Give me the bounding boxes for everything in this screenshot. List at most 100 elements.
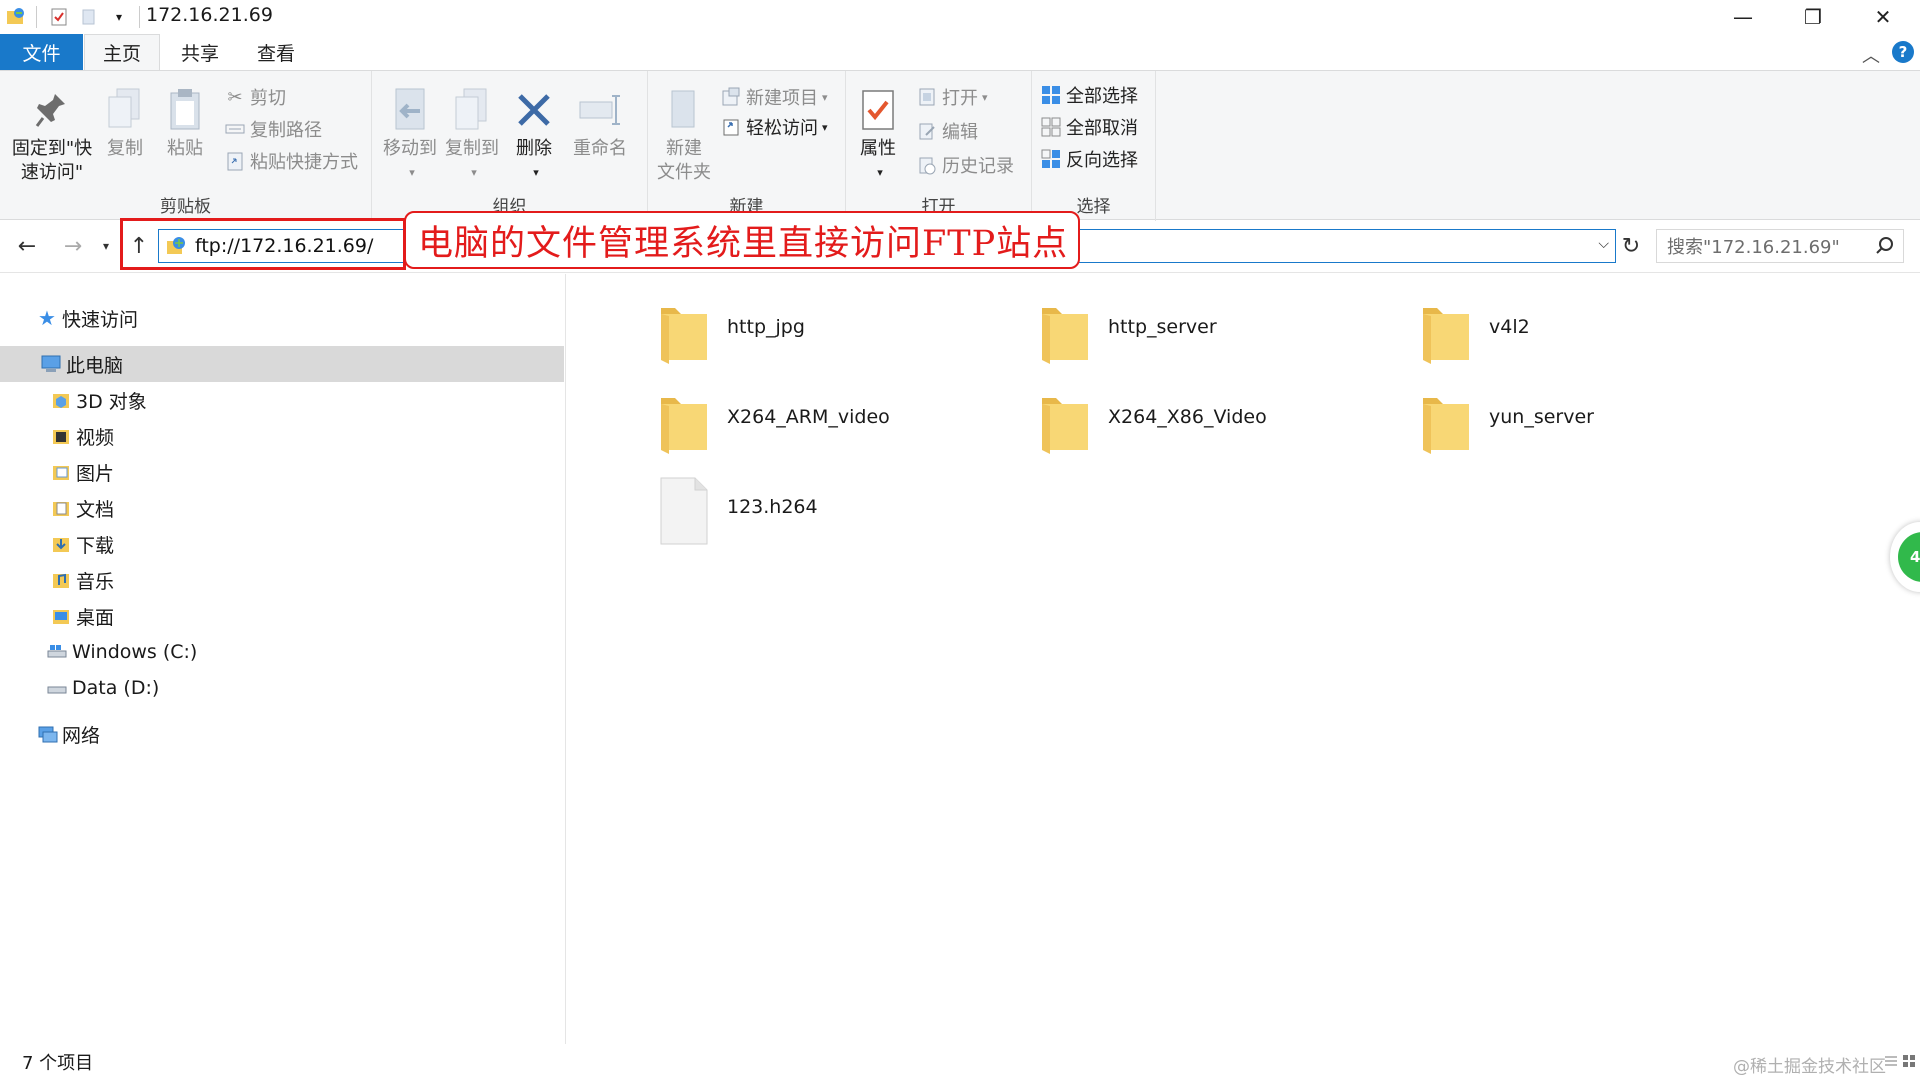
delete-dropdown-icon: ▾ — [533, 166, 539, 179]
folder-item[interactable]: X264_X86_Video — [1038, 386, 1408, 466]
window-title: 172.16.21.69 — [146, 4, 273, 26]
copy-path-button[interactable]: 复制路径 — [224, 115, 322, 143]
copy-button[interactable]: 复制 — [98, 85, 152, 161]
move-to-button[interactable]: 移动到 ▾ — [382, 85, 438, 185]
back-arrow-icon[interactable]: ← — [12, 231, 42, 261]
recent-locations-dropdown-icon[interactable]: ▾ — [96, 231, 116, 261]
new-item-button[interactable]: 新建项目 ▾ — [720, 83, 828, 111]
new-item-label: 新建项目 — [746, 88, 818, 109]
nav-item-3d-objects[interactable]: 3D 对象 — [0, 382, 564, 418]
tab-view[interactable]: 查看 — [238, 34, 314, 70]
search-placeholder: 搜索"172.16.21.69" — [1667, 237, 1840, 258]
new-folder-qat-icon[interactable] — [75, 3, 103, 31]
paste-shortcut-button[interactable]: 粘贴快捷方式 — [224, 147, 358, 175]
clipboard-group-label: 剪贴板 — [160, 197, 211, 217]
select-group: 全部选择 全部取消 反向选择 选择 — [1032, 71, 1156, 221]
star-icon: ★ — [38, 306, 56, 330]
invert-selection-label: 反向选择 — [1066, 150, 1138, 171]
folder-item[interactable]: http_server — [1038, 296, 1408, 376]
copy-to-button[interactable]: 复制到 ▾ — [444, 85, 500, 185]
documents-icon — [50, 497, 72, 519]
search-icon[interactable] — [1875, 236, 1895, 261]
paste-icon — [161, 85, 209, 135]
nav-item-label: 桌面 — [76, 606, 115, 629]
tab-share[interactable]: 共享 — [162, 34, 238, 70]
address-dropdown-icon[interactable]: ⌵ — [1598, 236, 1609, 252]
nav-item-pictures[interactable]: 图片 — [0, 454, 564, 490]
move-to-label: 移动到 — [383, 138, 437, 159]
navigation-pane: ★ 快速访问 此电脑 3D 对象 视频 图片 文档 下载 音乐 桌面 Windo… — [0, 274, 566, 1044]
nav-this-pc[interactable]: 此电脑 — [0, 346, 564, 382]
properties-label: 属性 — [860, 138, 896, 159]
history-button[interactable]: 历史记录 — [916, 151, 1014, 179]
select-none-button[interactable]: 全部取消 — [1040, 113, 1138, 141]
search-input[interactable]: 搜索"172.16.21.69" — [1656, 229, 1904, 263]
tab-home[interactable]: 主页 — [84, 34, 160, 70]
copy-path-label: 复制路径 — [250, 120, 322, 141]
copy-path-icon — [224, 118, 246, 140]
folder-item[interactable]: http_jpg — [657, 296, 1027, 376]
file-item[interactable]: 123.h264 — [657, 476, 1027, 556]
edit-button[interactable]: 编辑 — [916, 117, 978, 145]
large-icons-view-icon[interactable] — [1902, 1052, 1916, 1073]
folder-icon — [1042, 398, 1088, 454]
folder-item[interactable]: X264_ARM_video — [657, 386, 1027, 466]
music-icon — [50, 569, 72, 591]
nav-item-downloads[interactable]: 下载 — [0, 526, 564, 562]
nav-item-desktop[interactable]: 桌面 — [0, 598, 564, 634]
drive-d-icon — [46, 677, 68, 699]
close-button[interactable]: ✕ — [1848, 0, 1918, 34]
properties-button[interactable]: 属性 ▾ — [852, 85, 904, 185]
folder-icon — [661, 398, 707, 454]
delete-button[interactable]: 删除 ▾ — [506, 85, 562, 185]
nav-item-music[interactable]: 音乐 — [0, 562, 564, 598]
select-all-button[interactable]: 全部选择 — [1040, 81, 1138, 109]
folder-item[interactable]: yun_server — [1419, 386, 1789, 466]
pictures-icon — [50, 461, 72, 483]
new-folder-button[interactable]: 新建 文件夹 — [652, 85, 716, 185]
delete-x-icon — [510, 85, 558, 135]
open-button[interactable]: 打开 ▾ — [916, 83, 988, 111]
nav-item-documents[interactable]: 文档 — [0, 490, 564, 526]
nav-item-label: 文档 — [76, 498, 115, 521]
copy-to-label: 复制到 — [445, 138, 499, 159]
folder-item[interactable]: v4l2 — [1419, 296, 1789, 376]
nav-network[interactable]: 网络 — [0, 716, 564, 752]
paste-button[interactable]: 粘贴 — [158, 85, 212, 161]
open-group: 属性 ▾ 打开 ▾ 编辑 历史记录 打开 — [846, 71, 1032, 221]
network-icon — [36, 723, 58, 745]
minimize-button[interactable]: — — [1708, 0, 1778, 34]
invert-selection-icon — [1040, 148, 1062, 170]
forward-arrow-icon[interactable]: → — [58, 231, 88, 261]
tab-file[interactable]: 文件 — [0, 34, 83, 70]
new-group: 新建 文件夹 新建项目 ▾ 轻松访问 ▾ 新建 — [648, 71, 846, 221]
quick-access-toolbar: ▾ — [0, 0, 146, 34]
qat-separator — [139, 6, 140, 28]
details-view-icon[interactable] — [1884, 1052, 1898, 1073]
rename-button[interactable]: 重命名 — [570, 85, 630, 161]
folder-name: v4l2 — [1489, 316, 1530, 338]
video-icon — [50, 425, 72, 447]
copy-icon — [101, 85, 149, 135]
pin-to-quick-access-button[interactable]: 固定到"快速访问" — [8, 85, 96, 185]
cut-button[interactable]: ✂ 剪切 — [224, 83, 286, 111]
select-all-icon — [1040, 84, 1062, 106]
nav-quick-access[interactable]: ★ 快速访问 — [0, 300, 564, 336]
folder-name: http_jpg — [727, 316, 805, 338]
easy-access-button[interactable]: 轻松访问 ▾ — [720, 113, 828, 141]
explorer-app-icon[interactable] — [2, 3, 30, 31]
history-clock-icon — [916, 154, 938, 176]
ribbon-minimize-chevron-icon[interactable]: ︿ — [1862, 42, 1880, 68]
invert-selection-button[interactable]: 反向选择 — [1040, 145, 1138, 173]
properties-qat-icon[interactable] — [45, 3, 73, 31]
status-bar: 7 个项目 @稀土掘金技术社区 — [0, 1044, 1920, 1080]
help-icon[interactable]: ? — [1892, 41, 1914, 63]
nav-item-videos[interactable]: 视频 — [0, 418, 564, 454]
title-bar: ▾ 172.16.21.69 — ❐ ✕ — [0, 0, 1920, 34]
refresh-icon[interactable]: ↻ — [1616, 231, 1646, 261]
cut-label: 剪切 — [250, 88, 286, 109]
restore-button[interactable]: ❐ — [1778, 0, 1848, 34]
customize-qat-dropdown-icon[interactable]: ▾ — [105, 3, 133, 31]
nav-item-drive-c[interactable]: Windows (C:) — [0, 634, 564, 670]
nav-item-drive-d[interactable]: Data (D:) — [0, 670, 564, 706]
